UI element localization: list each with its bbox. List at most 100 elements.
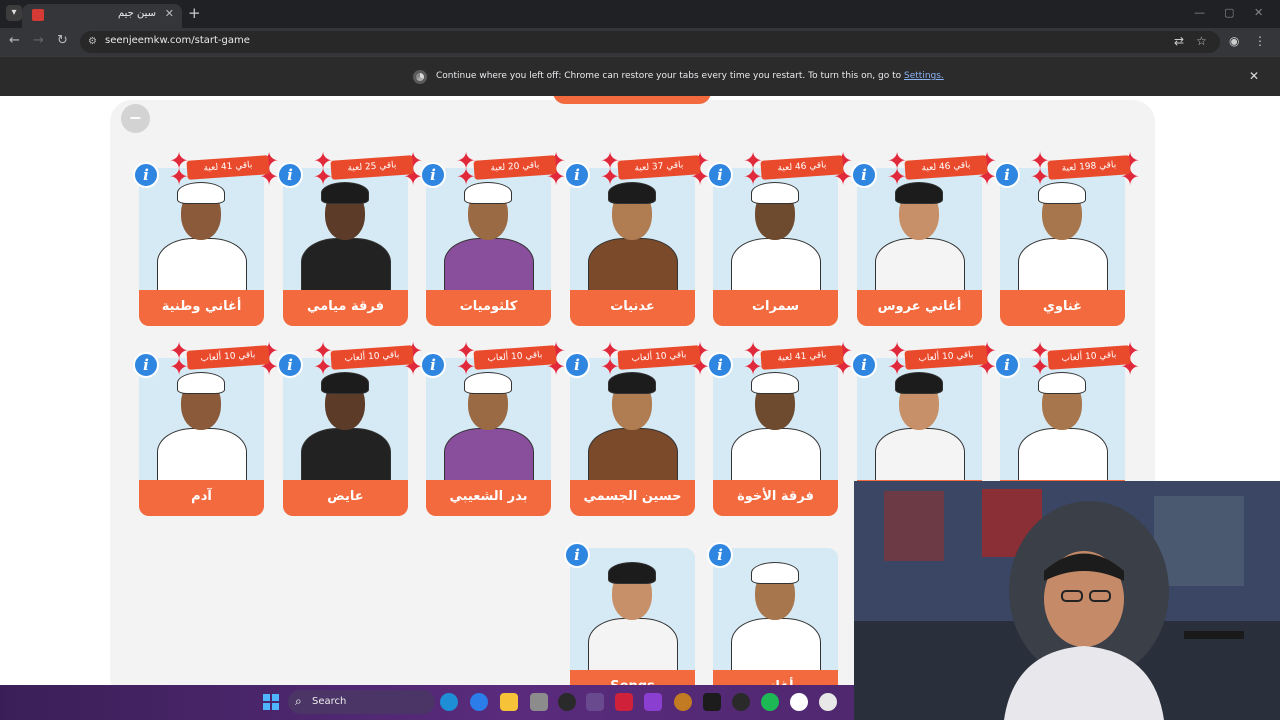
remaining-games-text: باقي 41 لعبة [760, 345, 844, 370]
app-icon-7[interactable] [703, 693, 721, 711]
remaining-games-badge: ✦ ✦ ✦ ✦ باقي 25 لعبة [313, 149, 423, 189]
tab-search-dropdown-icon[interactable]: ▾ [6, 5, 22, 21]
start-button[interactable] [553, 96, 711, 104]
category-illustration [713, 548, 838, 672]
category-card[interactable]: أغاني وطنية i ✦ ✦ ✦ ✦ باقي 41 لعبة [133, 149, 279, 326]
app-icon-6[interactable] [674, 693, 692, 711]
category-label: بدر الشعيبي [426, 480, 551, 516]
category-label: فرقة ميامي [283, 290, 408, 326]
menu-icon[interactable]: ⋮ [1254, 34, 1266, 48]
app-icon-5[interactable] [644, 693, 662, 711]
category-label: أغاني [713, 670, 838, 685]
tab-title: سين جيم [117, 8, 156, 19]
category-label: كلثوميات [426, 290, 551, 326]
browser-app-icon[interactable] [470, 693, 488, 711]
browser-tab-strip: ▾ سين جيم ✕ + — ▢ ✕ [0, 0, 1280, 28]
browser-toolbar: ← → ↻ ⚙ seenjeemkw.com/start-game ⇄ ☆ ◉ … [0, 28, 1280, 56]
remaining-games-badge: ✦ ✦ ✦ ✦ باقي 41 لعبة [743, 339, 853, 379]
category-label: عايض [283, 480, 408, 516]
category-illustration [283, 358, 408, 482]
address-bar[interactable]: ⚙ seenjeemkw.com/start-game [80, 31, 1220, 53]
restore-infobar: Continue where you left off: Chrome can … [0, 56, 1280, 96]
new-tab-icon[interactable]: + [188, 4, 201, 22]
category-label: آدم [139, 480, 264, 516]
webcam-overlay [854, 481, 1280, 720]
remaining-games-badge: ✦ ✦ ✦ ✦ باقي 10 ألعاب [313, 339, 423, 379]
taskbar-search-label: Search [312, 696, 347, 707]
settings-link[interactable]: Settings. [904, 71, 944, 81]
maximize-icon[interactable]: ▢ [1224, 6, 1234, 19]
category-card[interactable]: بدر الشعيبي i ✦ ✦ ✦ ✦ باقي 10 ألعاب [420, 339, 566, 516]
remaining-games-badge: ✦ ✦ ✦ ✦ باقي 10 ألعاب [1030, 339, 1140, 379]
remaining-games-badge: ✦ ✦ ✦ ✦ باقي 46 لعبة [887, 149, 997, 189]
windows-start-icon[interactable] [263, 694, 279, 710]
info-icon[interactable]: i [707, 542, 733, 568]
minus-icon[interactable]: − [121, 104, 150, 133]
category-illustration [426, 168, 551, 292]
taskbar-search[interactable]: ⌕ Search [288, 690, 435, 714]
category-card[interactable]: كلثوميات i ✦ ✦ ✦ ✦ باقي 20 لعبة [420, 149, 566, 326]
category-label: حسين الجسمي [570, 480, 695, 516]
category-illustration [283, 168, 408, 292]
remaining-games-badge: ✦ ✦ ✦ ✦ باقي 10 ألعاب [456, 339, 566, 379]
app-icon-8[interactable] [732, 693, 750, 711]
remaining-games-badge: ✦ ✦ ✦ ✦ باقي 37 لعبة [600, 149, 710, 189]
window-close-icon[interactable]: ✕ [1254, 6, 1263, 19]
category-card[interactable]: عدنيات i ✦ ✦ ✦ ✦ باقي 37 لعبة [564, 149, 710, 326]
spotify-icon[interactable] [761, 693, 779, 711]
app-icon-1[interactable] [530, 693, 548, 711]
forward-icon[interactable]: → [33, 33, 44, 48]
tab-close-icon[interactable]: ✕ [165, 7, 174, 20]
category-card[interactable]: آدم i ✦ ✦ ✦ ✦ باقي 10 ألعاب [133, 339, 279, 516]
category-card[interactable]: غناوي i ✦ ✦ ✦ ✦ باقي 198 لعبة [994, 149, 1140, 326]
bookmark-star-icon[interactable]: ☆ [1196, 34, 1207, 48]
app-icon-3[interactable] [586, 693, 604, 711]
chatgpt-icon[interactable] [790, 693, 808, 711]
remaining-games-text: باقي 10 ألعاب [904, 345, 988, 370]
translate-icon[interactable]: ⇄ [1174, 34, 1184, 48]
infobar-close-icon[interactable]: ✕ [1249, 69, 1259, 83]
infobar-message: Continue where you left off: Chrome can … [436, 71, 944, 81]
browser-tab[interactable]: سين جيم ✕ [22, 4, 182, 28]
category-illustration [857, 168, 982, 292]
app-icon-4[interactable] [615, 693, 633, 711]
category-card[interactable]: سمرات i ✦ ✦ ✦ ✦ باقي 46 لعبة [707, 149, 853, 326]
info-icon[interactable]: i [133, 162, 159, 188]
site-info-icon[interactable]: ⚙ [88, 36, 97, 47]
remaining-games-text: باقي 46 لعبة [760, 155, 844, 180]
remaining-games-text: باقي 10 ألعاب [617, 345, 701, 370]
remaining-games-badge: ✦ ✦ ✦ ✦ باقي 10 ألعاب [887, 339, 997, 379]
category-card[interactable]: أغاني عروس i ✦ ✦ ✦ ✦ باقي 46 لعبة [851, 149, 997, 326]
category-card[interactable]: فرقة ميامي i ✦ ✦ ✦ ✦ باقي 25 لعبة [277, 149, 423, 326]
category-illustration [713, 168, 838, 292]
category-illustration [570, 548, 695, 672]
remaining-games-text: باقي 198 لعبة [1047, 155, 1131, 180]
category-card[interactable]: عايض i ✦ ✦ ✦ ✦ باقي 10 ألعاب [277, 339, 423, 516]
profile-icon[interactable]: ◉ [1229, 34, 1239, 48]
category-card[interactable]: Songs i [564, 542, 695, 685]
chrome-logo-icon [413, 70, 427, 84]
category-illustration [857, 358, 982, 482]
category-label: Songs [570, 670, 695, 685]
category-card[interactable]: حسين الجسمي i ✦ ✦ ✦ ✦ باقي 10 ألعاب [564, 339, 710, 516]
remaining-games-text: باقي 10 ألعاب [1047, 345, 1131, 370]
category-illustration [713, 358, 838, 482]
chrome-icon[interactable] [819, 693, 837, 711]
app-icon-2[interactable] [558, 693, 576, 711]
category-label: سمرات [713, 290, 838, 326]
back-icon[interactable]: ← [9, 33, 20, 48]
site-favicon-icon [32, 9, 44, 21]
url-text: seenjeemkw.com/start-game [105, 35, 250, 46]
reload-icon[interactable]: ↻ [57, 33, 68, 48]
file-explorer-icon[interactable] [500, 693, 518, 711]
category-illustration [570, 358, 695, 482]
edge-icon[interactable] [440, 693, 458, 711]
remaining-games-text: باقي 46 لعبة [904, 155, 988, 180]
info-icon[interactable]: i [133, 352, 159, 378]
minimize-icon[interactable]: — [1194, 6, 1205, 19]
category-card[interactable]: فرقة الأخوة i ✦ ✦ ✦ ✦ باقي 41 لعبة [707, 339, 853, 516]
webcam-feed-image [854, 481, 1280, 720]
category-card[interactable]: أغاني i [707, 542, 838, 685]
info-icon[interactable]: i [564, 542, 590, 568]
remaining-games-badge: ✦ ✦ ✦ ✦ باقي 10 ألعاب [600, 339, 710, 379]
